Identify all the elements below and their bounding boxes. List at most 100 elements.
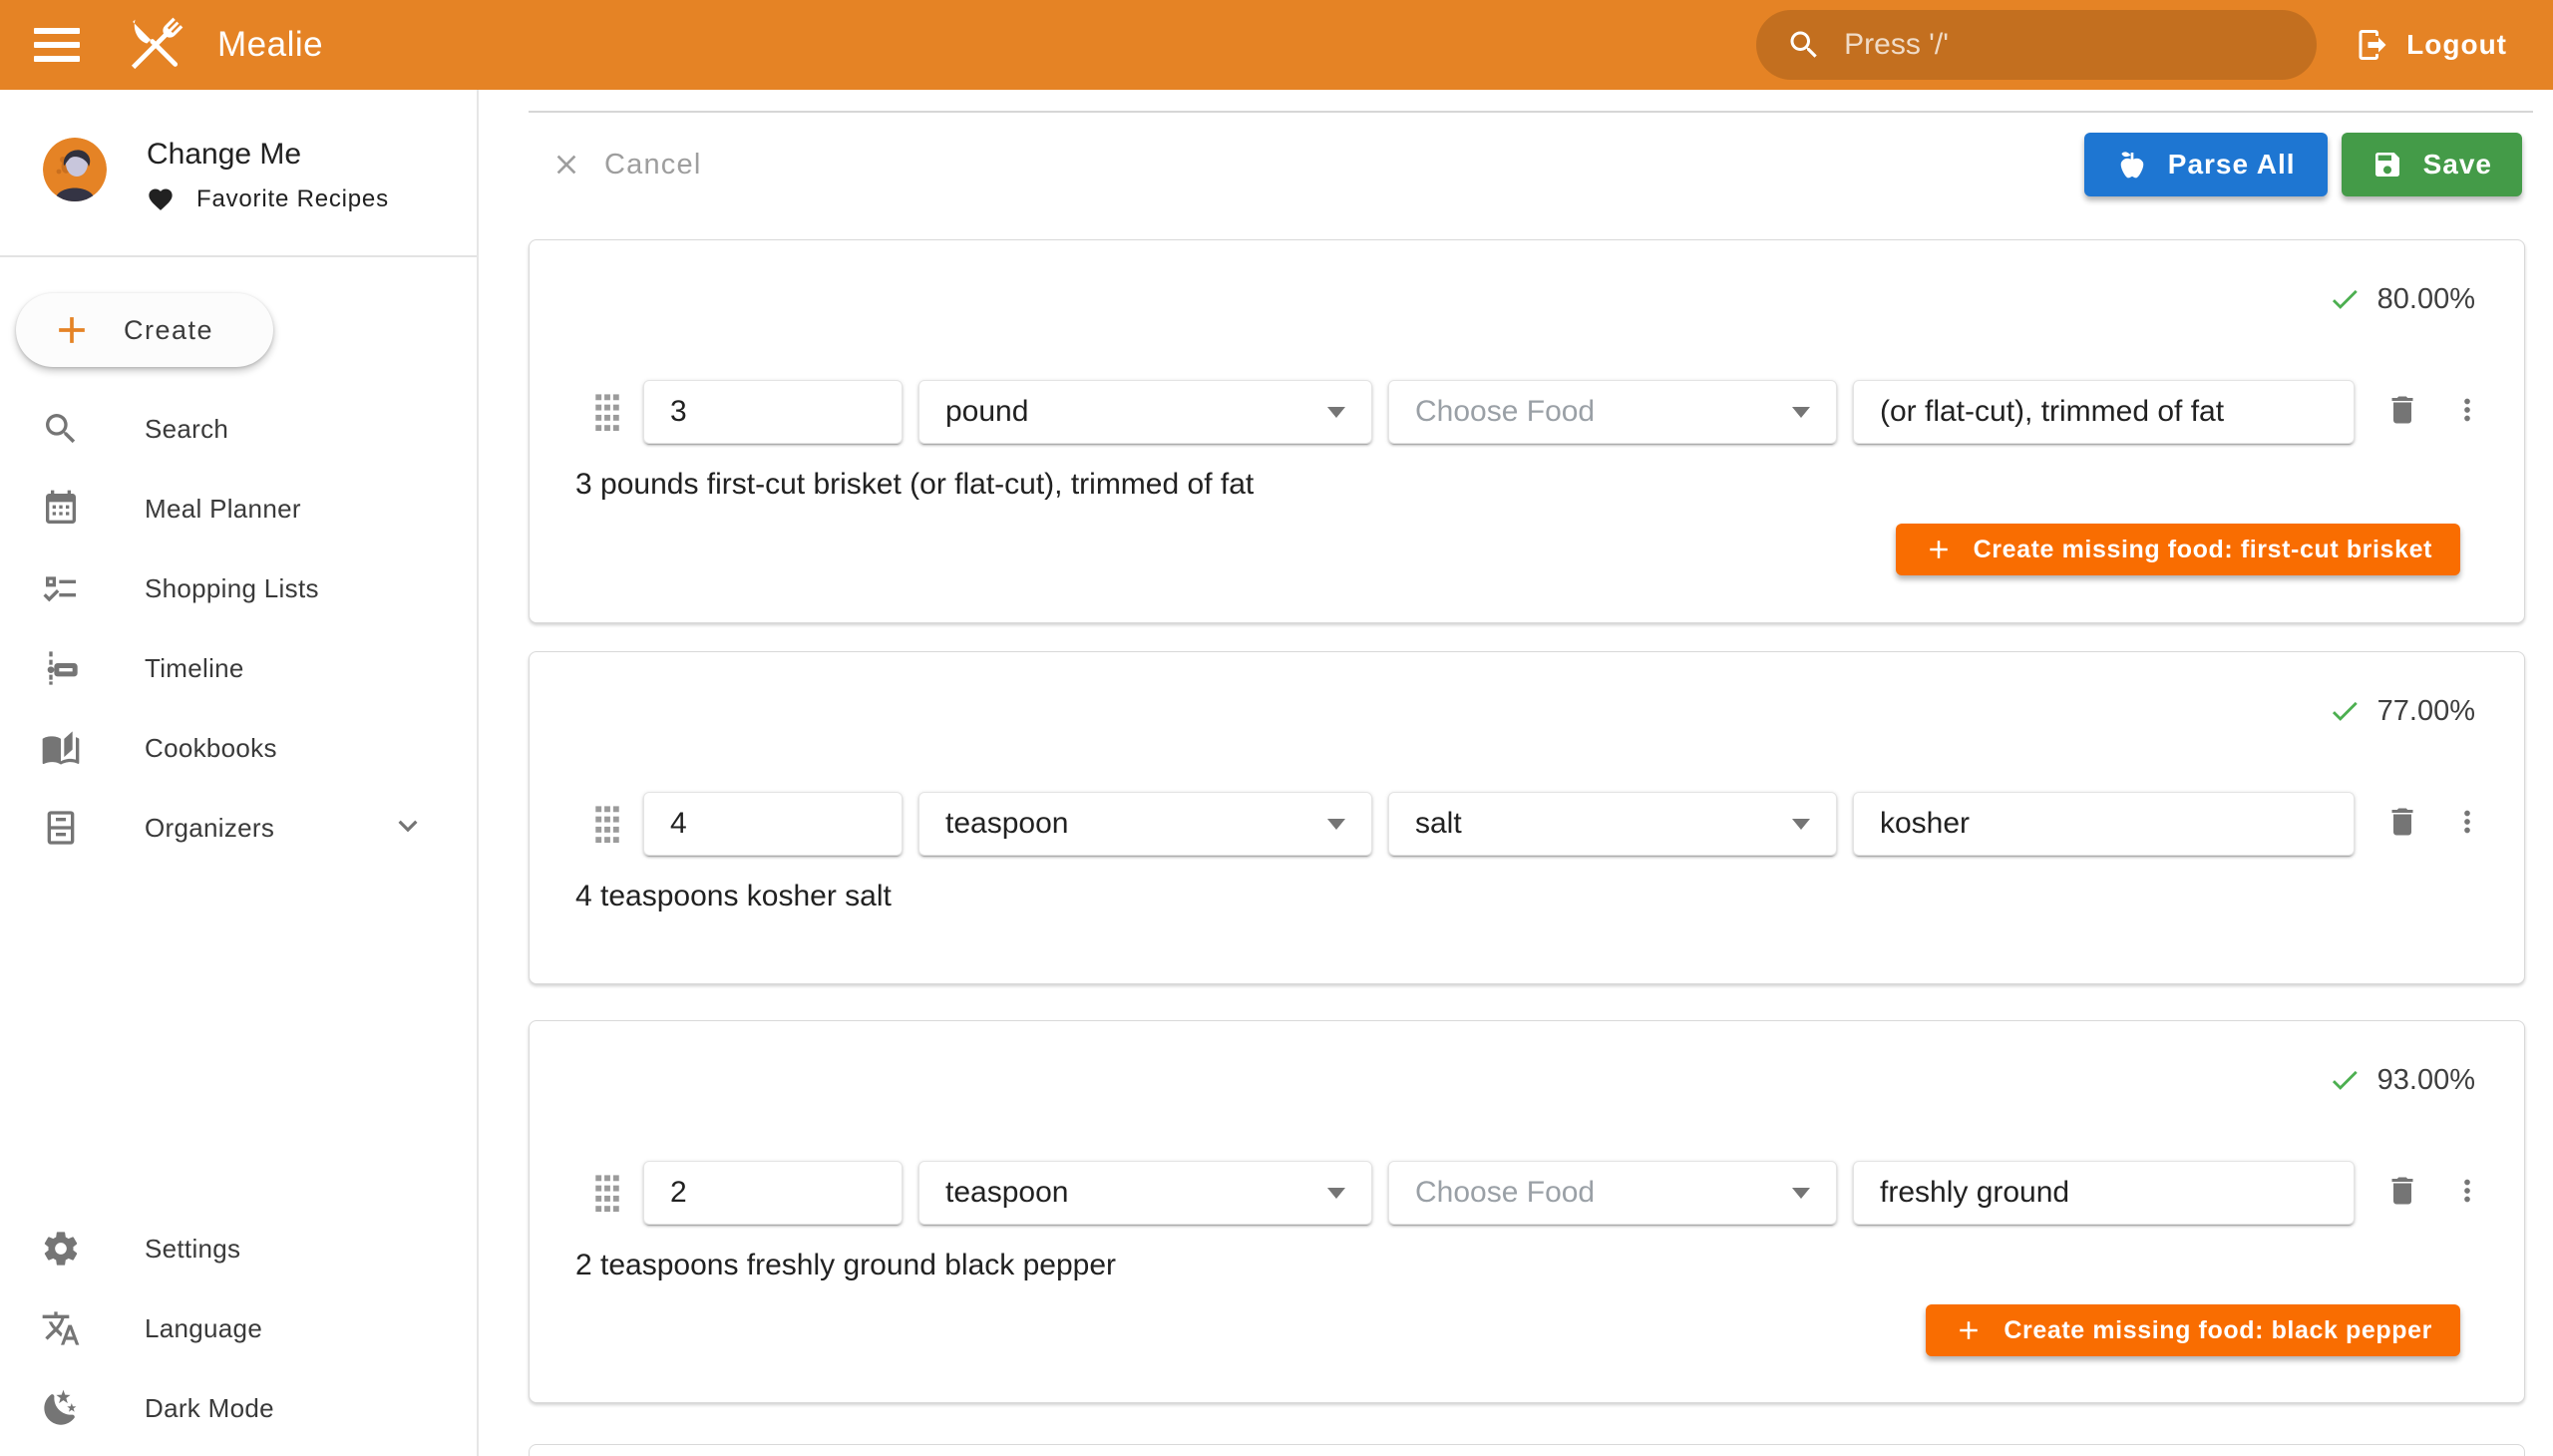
create-button[interactable]: Create <box>16 293 273 367</box>
search-input[interactable]: Press '/' <box>1756 10 2317 80</box>
checklist-icon <box>41 568 81 608</box>
check-icon <box>2328 282 2362 316</box>
sidebar-item-label: Organizers <box>145 813 274 844</box>
confidence-value: 93.00% <box>2377 1064 2475 1097</box>
sidebar-item-label: Shopping Lists <box>145 573 319 604</box>
food-select[interactable]: Choose Food <box>1388 1161 1837 1225</box>
dropdown-arrow-icon <box>1327 819 1345 830</box>
sidebar-item-organizers[interactable]: Organizers <box>0 788 477 868</box>
sidebar-item-language[interactable]: Language <box>0 1288 477 1368</box>
food-select[interactable]: salt <box>1388 792 1837 856</box>
chevron-down-icon[interactable] <box>389 807 427 850</box>
quantity-input[interactable] <box>643 380 903 444</box>
parsed-ingredient-text: 3 pounds first-cut brisket (or flat-cut)… <box>575 468 1254 502</box>
sidebar-item-label: Settings <box>145 1234 240 1265</box>
cancel-label: Cancel <box>604 149 701 182</box>
content-divider <box>529 111 2533 113</box>
unit-select[interactable]: teaspoon <box>918 792 1372 856</box>
ingredient-fields-row: pound Choose Food <box>589 380 2484 444</box>
food-select[interactable]: Choose Food <box>1388 380 1837 444</box>
ingredient-fields-row: teaspoon salt <box>589 792 2484 856</box>
food-placeholder: Choose Food <box>1415 395 1595 429</box>
avatar <box>43 138 107 201</box>
sidebar-item-timeline[interactable]: Timeline <box>0 628 477 708</box>
create-missing-food-label: Create missing food: black pepper <box>2004 1316 2432 1345</box>
logout-button[interactable]: Logout <box>2355 27 2507 63</box>
unit-select[interactable]: teaspoon <box>918 1161 1372 1225</box>
ingredient-parser-toolbar: Cancel Parse All Save <box>529 133 2522 196</box>
calendar-icon <box>41 489 81 529</box>
search-icon <box>41 409 81 449</box>
sidebar-nav: Search Meal Planner Shopping Lists Timel… <box>0 389 477 868</box>
unit-select[interactable]: pound <box>918 380 1372 444</box>
sidebar: Change Me Favorite Recipes Create Search… <box>0 90 479 1456</box>
delete-icon[interactable] <box>2384 1173 2420 1214</box>
cancel-button[interactable]: Cancel <box>550 149 701 182</box>
parsed-ingredient-text: 4 teaspoons kosher salt <box>575 880 892 913</box>
cabinet-icon <box>41 808 81 848</box>
quantity-input[interactable] <box>643 1161 903 1225</box>
parse-all-button[interactable]: Parse All <box>2084 133 2328 196</box>
ingredient-card: 80.00% pound Choose Food <box>529 239 2525 623</box>
more-options-icon[interactable] <box>2450 1174 2484 1213</box>
sidebar-item-shopping-lists[interactable]: Shopping Lists <box>0 548 477 628</box>
user-name: Change Me <box>147 138 389 172</box>
hamburger-menu-icon[interactable] <box>34 25 80 65</box>
ingredient-card: 77.00% teaspoon salt <box>529 651 2525 984</box>
sidebar-item-dark-mode[interactable]: Dark Mode <box>0 1368 477 1448</box>
sidebar-item-label: Cookbooks <box>145 733 277 764</box>
sidebar-item-label: Meal Planner <box>145 494 301 525</box>
parsed-ingredient-text: 2 teaspoons freshly ground black pepper <box>575 1249 1116 1282</box>
sidebar-divider <box>0 255 477 257</box>
app-header: Mealie Press '/' Logout <box>0 0 2553 90</box>
gear-icon <box>41 1229 81 1269</box>
search-icon <box>1786 27 1822 63</box>
drag-handle-icon[interactable] <box>589 390 625 434</box>
favorite-recipes-link[interactable]: Favorite Recipes <box>147 185 389 213</box>
heart-icon <box>147 185 175 213</box>
plus-icon <box>1924 535 1954 564</box>
delete-icon[interactable] <box>2384 392 2420 433</box>
save-button[interactable]: Save <box>2342 133 2522 196</box>
sidebar-item-label: Timeline <box>145 653 244 684</box>
dropdown-arrow-icon <box>1792 407 1810 418</box>
apple-icon <box>2116 149 2148 181</box>
plus-icon <box>1954 1315 1984 1345</box>
sidebar-item-label: Dark Mode <box>145 1393 274 1424</box>
ingredient-fields-row: teaspoon Choose Food <box>589 1161 2484 1225</box>
sidebar-item-meal-planner[interactable]: Meal Planner <box>0 469 477 548</box>
ingredient-card <box>529 1444 2525 1456</box>
drag-handle-icon[interactable] <box>589 1171 625 1215</box>
create-missing-food-button[interactable]: Create missing food: black pepper <box>1926 1304 2460 1356</box>
unit-value: teaspoon <box>945 1176 1068 1210</box>
drag-handle-icon[interactable] <box>589 802 625 846</box>
save-icon <box>2371 149 2403 181</box>
dropdown-arrow-icon <box>1792 1188 1810 1199</box>
save-label: Save <box>2423 149 2492 181</box>
sidebar-item-cookbooks[interactable]: Cookbooks <box>0 708 477 788</box>
dropdown-arrow-icon <box>1327 407 1345 418</box>
confidence-indicator: 77.00% <box>2328 694 2475 728</box>
unit-value: pound <box>945 395 1028 429</box>
note-input[interactable] <box>1853 380 2355 444</box>
note-input[interactable] <box>1853 1161 2355 1225</box>
quantity-input[interactable] <box>643 792 903 856</box>
confidence-indicator: 80.00% <box>2328 282 2475 316</box>
more-options-icon[interactable] <box>2450 393 2484 432</box>
favorite-recipes-label: Favorite Recipes <box>196 185 389 213</box>
plus-icon <box>50 308 94 352</box>
sidebar-item-search[interactable]: Search <box>0 389 477 469</box>
note-input[interactable] <box>1853 792 2355 856</box>
close-icon <box>550 149 582 181</box>
dropdown-arrow-icon <box>1792 819 1810 830</box>
more-options-icon[interactable] <box>2450 805 2484 844</box>
delete-icon[interactable] <box>2384 804 2420 845</box>
user-block[interactable]: Change Me Favorite Recipes <box>43 138 477 213</box>
create-missing-food-button[interactable]: Create missing food: first-cut brisket <box>1896 524 2460 575</box>
confidence-value: 77.00% <box>2377 695 2475 728</box>
logout-icon <box>2355 27 2390 63</box>
search-placeholder: Press '/' <box>1844 28 1949 62</box>
sidebar-item-label: Language <box>145 1313 262 1344</box>
sidebar-item-settings[interactable]: Settings <box>0 1209 477 1288</box>
timeline-icon <box>41 648 81 688</box>
